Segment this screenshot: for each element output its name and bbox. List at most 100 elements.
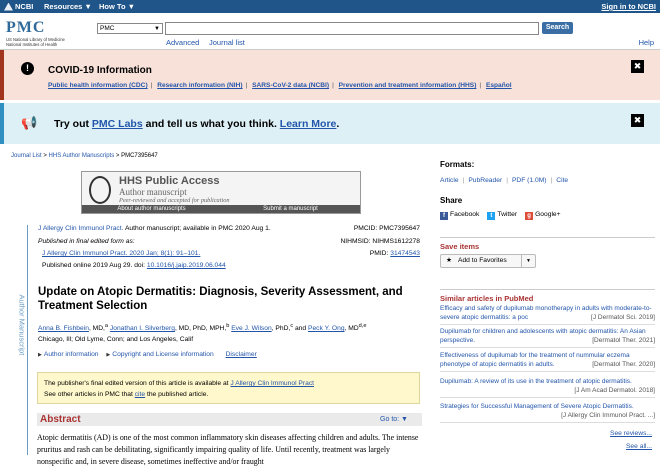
covid-link-nih[interactable]: Research information (NIH) [157,82,242,89]
add-to-favorites-button[interactable]: ★ Add to Favorites ▼ [440,254,536,268]
similar-article-source: [Dermatol Ther. 2020] [592,360,655,368]
help-link[interactable]: Help [639,38,654,47]
journal-link[interactable]: J Allergy Clin Immunol Pract. [38,225,123,232]
pmc-header: PMC US National Library of Medicine Nati… [0,13,660,50]
publisher-notice: The publisher's final edited version of … [37,372,420,404]
author-link[interactable]: Jonathan I. Silverberg [110,325,175,332]
abstract-heading: Abstract [40,414,81,425]
submit-manuscript-link[interactable]: Submit a manuscript [221,205,360,213]
howto-menu[interactable]: How To ▼ [99,2,135,11]
disclaimer-link[interactable]: Disclaimer [226,351,257,358]
twitter-icon: t [487,212,496,220]
similar-article-source: [J Allergy Clin Immunol Pract. ...] [561,411,655,419]
covid-link-ncbi[interactable]: SARS-CoV-2 data (NCBI) [252,82,329,89]
pmid-link[interactable]: 31474543 [390,250,420,257]
similar-article-source: [Dermatol Ther. 2021] [592,336,655,344]
similar-article-source: [J Am Acad Dermatol. 2018] [574,386,655,394]
share-google[interactable]: g Google+ [525,211,561,220]
abstract-text: Atopic dermatitis (AD) is one of the mos… [37,433,419,466]
notice-text: The publisher's final edited version of … [44,380,231,387]
format-article[interactable]: Article [440,177,459,184]
facebook-icon: f [440,212,448,220]
doi-link[interactable]: 10.1016/j.jaip.2019.06.044 [147,262,226,269]
covid-link-hhs[interactable]: Prevention and treatment information (HH… [339,82,477,89]
similar-article[interactable]: Strategies for Successful Management of … [440,403,655,423]
resources-menu[interactable]: Resources ▼ [44,2,92,11]
notice-text: the published article. [145,391,209,398]
advanced-search-link[interactable]: Advanced [166,38,199,47]
citation-line: J Allergy Clin Immunol Pract. 2020 Jan; … [42,250,200,257]
format-pdf[interactable]: PDF (1.0M) [512,177,547,184]
formats-heading: Formats: [440,160,475,169]
covid-link-cdc[interactable]: Public health information (CDC) [48,82,148,89]
hhs-eagle-icon [89,176,111,204]
share-twitter[interactable]: t Twitter [487,211,517,220]
about-manuscripts-link[interactable]: About author manuscripts [82,205,221,213]
author-degree: , MD [344,325,359,333]
author-affil-sup: b [226,323,230,329]
author-degree: , MD, [88,325,105,333]
chevron-down-icon[interactable]: ▼ [521,255,535,267]
author-information-link[interactable]: Author information [44,351,99,358]
search-input[interactable] [165,22,539,35]
see-reviews-link[interactable]: See reviews... [610,430,652,437]
pmc-labs-link[interactable]: PMC Labs [92,118,143,130]
author-degree: , MD, PhD, MPH, [174,325,227,333]
hhs-link-bar: About author manuscripts Submit a manusc… [82,205,360,213]
ncbi-home-link[interactable]: NCBI [4,2,33,11]
author-list: Anna B. Fishbein, MD,a Jonathan I. Silve… [38,321,433,345]
similar-article[interactable]: Dupilumab for children and adolescents w… [440,328,655,348]
notice-text: See other articles in PMC that [44,391,135,398]
database-select-value: PMC [100,25,115,32]
hhs-public-access-banner: HHS Public Access Author manuscript Peer… [81,171,361,214]
similar-article[interactable]: Dupilumab: A review of its use in the tr… [440,378,655,398]
hhs-tagline: Peer-reviewed and accepted for publicati… [119,197,230,204]
author-manuscript-label: Author Manuscript [17,294,27,356]
ncbi-logo-icon [4,2,13,11]
author-link[interactable]: Anna B. Fishbein [38,325,89,332]
format-cite[interactable]: Cite [556,177,568,184]
similar-articles-heading: Similar articles in PubMed [440,289,655,303]
author-link[interactable]: Peck Y. Ong [308,325,345,332]
format-pubreader[interactable]: PubReader [468,177,502,184]
database-select[interactable]: PMC ▼ [97,23,163,34]
signin-link[interactable]: Sign in to NCBI [601,2,656,11]
breadcrumb: Journal List > HHS Author Manuscripts > … [11,153,158,159]
share-heading: Share [440,196,463,205]
pmid-label: PMID: [369,250,391,257]
similar-article[interactable]: Efficacy and safety of dupilumab monothe… [440,305,655,325]
close-icon[interactable]: ✖ [631,60,644,73]
publisher-journal-link[interactable]: J Allergy Clin Immunol Pract [230,380,314,387]
see-all-link[interactable]: See all... [626,443,652,450]
hhs-subtitle: Author manuscript [119,187,187,197]
hhs-title: HHS Public Access [119,175,220,187]
author-link[interactable]: Eve J. Wilson [231,325,272,332]
journal-list-link[interactable]: Journal list [209,38,245,47]
covid-link-espanol[interactable]: Español [486,82,512,89]
similar-article-title[interactable]: Strategies for Successful Management of … [440,403,634,410]
share-links: f Facebook t Twitter g Google+ [440,211,561,220]
breadcrumb-hhs[interactable]: HHS Author Manuscripts [49,153,115,159]
pmc-logo-text: PMC [6,19,46,36]
twitter-label: Twitter [497,211,518,218]
author-manuscript-side-label: Author Manuscript [14,225,28,455]
and-text: and [293,325,308,333]
close-icon[interactable]: ✖ [631,114,644,127]
cite-link[interactable]: cite [135,391,145,398]
citation-link[interactable]: J Allergy Clin Immunol Pract. 2020 Jan; … [42,250,200,257]
goto-menu[interactable]: Go to: ▼ [380,416,408,423]
similar-article-title[interactable]: Dupilumab: A review of its use in the tr… [440,378,632,385]
breadcrumb-journal-list[interactable]: Journal List [11,153,42,159]
learn-more-link[interactable]: Learn More [280,118,337,130]
save-items-heading: Save items [440,237,655,251]
copyright-info-link[interactable]: Copyright and License information [112,351,214,358]
pmc-logo[interactable]: PMC US National Library of Medicine Nati… [6,19,86,47]
share-facebook[interactable]: f Facebook [440,211,479,220]
similar-article[interactable]: Effectiveness of dupilumab for the treat… [440,352,655,372]
labs-text-pre: Try out [54,118,92,130]
author-degree: , PhD, [271,325,291,333]
covid-links: Public health information (CDC) | Researc… [48,82,512,89]
final-form-label: Published in final edited form as: [38,238,135,245]
search-button[interactable]: Search [542,22,573,34]
availability-text: Author manuscript; available in PMC 2020… [123,225,271,232]
